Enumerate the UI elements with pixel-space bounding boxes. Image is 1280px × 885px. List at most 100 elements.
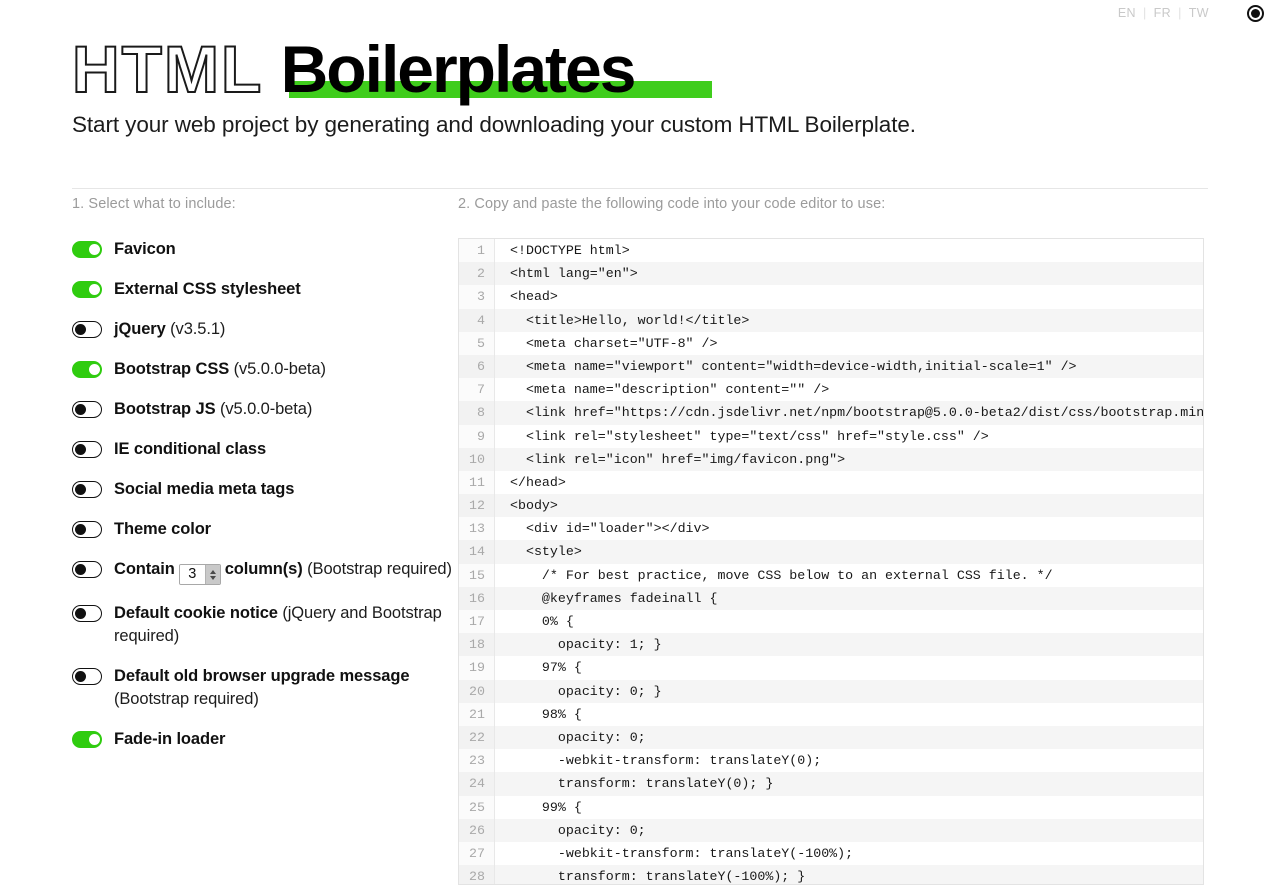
code-column: 2. Copy and paste the following code int… — [458, 196, 1208, 885]
code-output-box[interactable]: 1 <!DOCTYPE html> 2 <html lang="en"> 3 <head>… — [458, 238, 1204, 885]
code-line: 9 <link rel="stylesheet" type="text/css"… — [459, 424, 1203, 448]
code-line-text: transform: translateY(0); } — [510, 776, 774, 792]
toggle-switch[interactable] — [72, 731, 102, 748]
option-label: Social media meta tags — [114, 478, 294, 501]
step-1-label: 1. Select what to include: — [72, 196, 236, 212]
option-label-text: Social media meta tags — [114, 480, 295, 498]
page-header: HTML Boilerplates Start your web project… — [71, 0, 1208, 197]
code-line-text: 97% { — [510, 660, 582, 676]
option-label-text: Default old browser upgrade message — [114, 667, 410, 685]
code-line: 18 opacity: 1; } — [459, 633, 1203, 657]
header-divider — [72, 188, 1208, 189]
code-line: 3 <head> — [459, 285, 1203, 309]
option-label-text-2: column(s) — [224, 560, 303, 578]
code-line-text: <title>Hello, world!</title> — [510, 312, 750, 328]
code-line: 21 98% { — [459, 702, 1203, 726]
option-note: (v5.0.0-beta) — [219, 400, 313, 418]
code-line-text: 0% { — [510, 614, 574, 629]
toggle-switch[interactable] — [72, 441, 102, 458]
toggle-knob-icon — [88, 243, 100, 255]
code-line: 2 <html lang="en"> — [459, 262, 1203, 286]
toggle-switch[interactable] — [72, 281, 102, 298]
option-label-text: External CSS stylesheet — [114, 280, 301, 298]
option-label-text: Theme color — [114, 520, 212, 538]
option-label-text: Favicon — [114, 240, 176, 258]
toggle-knob-icon — [74, 607, 86, 619]
code-line-text: @keyframes fadeinall { — [510, 590, 718, 606]
toggle-knob-icon — [74, 403, 86, 415]
option-label: Favicon — [114, 238, 176, 261]
toggle-knob-icon — [88, 283, 100, 295]
code-line-text: <meta charset="UTF-8" /> — [510, 335, 718, 351]
line-number: 11 — [459, 470, 495, 495]
code-line: 5 <meta charset="UTF-8" /> — [459, 331, 1203, 355]
line-number: 8 — [459, 401, 495, 425]
option-label-text: Bootstrap CSS — [114, 360, 230, 378]
line-number: 27 — [459, 841, 495, 866]
option-label: Theme color — [114, 518, 211, 541]
line-number: 13 — [459, 517, 495, 541]
line-number: 2 — [459, 262, 495, 286]
code-line: 22 opacity: 0; — [459, 725, 1203, 750]
toggle-switch[interactable] — [72, 401, 102, 418]
code-line-text: <meta name="description" content="" /> — [510, 382, 830, 398]
option-note: (v5.0.0-beta) — [233, 360, 326, 378]
code-line-text: opacity: 0; — [510, 822, 646, 838]
line-number: 19 — [459, 656, 495, 680]
line-number: 21 — [459, 702, 495, 726]
toggle-knob-icon — [88, 733, 100, 745]
code-line-text: opacity: 1; } — [510, 637, 662, 653]
code-line: 8 <link href="https://cdn.jsdelivr.net/n… — [459, 401, 1203, 425]
toggle-switch[interactable] — [72, 361, 102, 378]
column-count-value[interactable]: 3 — [179, 565, 205, 584]
line-number: 14 — [459, 540, 495, 564]
toggle-switch[interactable] — [72, 481, 102, 498]
chevron-up-icon[interactable] — [209, 569, 216, 574]
code-line: 6 <meta name="viewport" content="width=d… — [459, 354, 1203, 379]
toggle-switch[interactable] — [72, 521, 102, 538]
toggle-switch[interactable] — [72, 321, 102, 338]
dark-mode-toggle-button[interactable] — [1247, 4, 1264, 22]
option-row: Default old browser upgrade message (Boo… — [72, 665, 458, 711]
code-line: 1 <!DOCTYPE html> — [459, 239, 1203, 263]
title-solid-text: Boilerplates — [280, 32, 637, 106]
column-count-stepper[interactable]: 3 — [178, 564, 221, 585]
option-label: Bootstrap JS (v5.0.0-beta) — [114, 398, 312, 421]
code-line-text: opacity: 0; — [510, 729, 646, 745]
code-line-text: <link rel="icon" href="img/favicon.png"> — [510, 451, 846, 467]
toggle-switch[interactable] — [72, 561, 102, 578]
option-row: Bootstrap JS (v5.0.0-beta) — [72, 398, 458, 421]
line-number: 1 — [459, 239, 495, 263]
toggle-knob-icon — [74, 563, 86, 575]
option-note: (v3.5.1) — [170, 320, 226, 338]
option-row: Default cookie notice (jQuery and Bootst… — [72, 602, 458, 648]
line-number: 25 — [459, 795, 495, 819]
line-number: 15 — [459, 563, 495, 587]
code-line-text: </head> — [510, 474, 566, 490]
toggle-switch[interactable] — [72, 605, 102, 622]
option-row: Social media meta tags — [72, 478, 458, 501]
option-row: IE conditional class — [72, 438, 458, 461]
code-line: 23 -webkit-transform: translateY(0); — [459, 749, 1203, 773]
option-row: Bootstrap CSS (v5.0.0-beta) — [72, 358, 458, 381]
code-line-text: <body> — [510, 498, 558, 514]
code-line-text: <head> — [510, 289, 558, 305]
chevron-down-icon[interactable] — [209, 575, 216, 580]
page-title: HTML Boilerplates — [71, 0, 1208, 106]
option-label-text: Fade-in loader — [114, 730, 226, 748]
code-line: 24 transform: translateY(0); } — [459, 772, 1203, 796]
code-line: 15 /* For best practice, move CSS below … — [459, 563, 1203, 587]
stepper-arrows-icon[interactable] — [204, 565, 220, 584]
options-column: 1. Select what to include: Favicon Extern… — [72, 196, 458, 768]
toggle-switch[interactable] — [72, 668, 102, 685]
step-2-label: 2. Copy and paste the following code int… — [458, 196, 886, 212]
code-line: 28 transform: translateY(-100%); } — [459, 865, 1203, 884]
toggle-switch[interactable] — [72, 241, 102, 258]
line-number: 20 — [459, 679, 495, 703]
toggle-knob-icon — [74, 443, 86, 455]
code-line-text: <div id="loader"></div> — [510, 521, 710, 537]
option-label: Default old browser upgrade message (Boo… — [114, 665, 458, 711]
option-row: Fade-in loader — [72, 728, 458, 751]
line-number: 6 — [459, 354, 495, 379]
line-number: 7 — [459, 378, 495, 402]
